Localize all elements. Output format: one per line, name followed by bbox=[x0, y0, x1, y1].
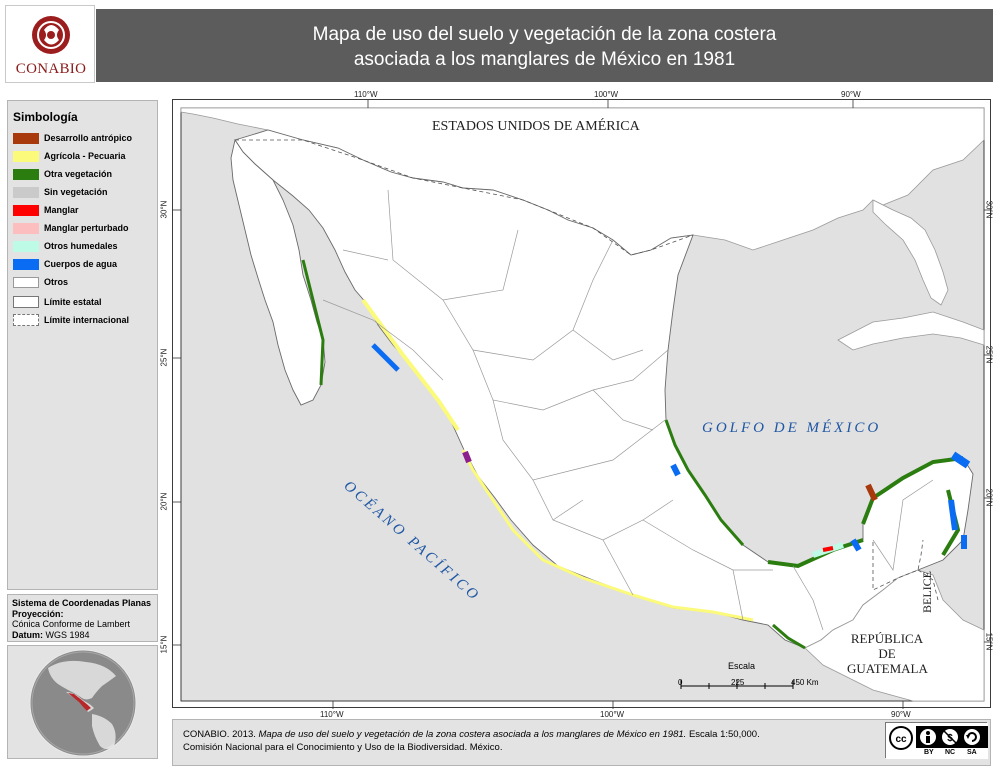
graticule-bottom-90: 90°W bbox=[891, 710, 911, 719]
conabio-emblem-icon bbox=[32, 16, 70, 54]
title-line-2: asociada a los manglares de México en 19… bbox=[353, 49, 736, 70]
graticule-right-20: 20°N bbox=[984, 488, 994, 507]
graticule-right-30: 30°N bbox=[984, 200, 994, 219]
legend-panel: Simbología Desarrollo antrópico Agrícola … bbox=[7, 100, 158, 590]
cc-label-nc: NC bbox=[945, 749, 956, 756]
label-belize: BELICE bbox=[920, 571, 934, 613]
legend-swatch bbox=[13, 258, 39, 270]
graticule-left-15: 15°N bbox=[159, 635, 169, 654]
legend-label: Límite internacional bbox=[44, 315, 130, 325]
legend-item-international-boundary: Límite internacional bbox=[13, 311, 152, 329]
legend-item: Agrícola - Pecuaria bbox=[13, 147, 152, 165]
legend-item: Otra vegetación bbox=[13, 165, 152, 183]
legend-item: Otros humedales bbox=[13, 237, 152, 255]
graticule-left-30: 30°N bbox=[159, 200, 169, 219]
legend-swatch bbox=[13, 168, 39, 180]
legend-label: Otros humedales bbox=[44, 241, 118, 251]
scale-title: Escala bbox=[728, 661, 756, 671]
footer-title: Mapa de uso del suelo y vegetación de la… bbox=[258, 729, 687, 740]
legend-title: Simbología bbox=[13, 110, 78, 124]
legend-swatch bbox=[13, 296, 39, 308]
graticule-top-100: 100°W bbox=[594, 90, 619, 99]
legend-item: Cuerpos de agua bbox=[13, 255, 152, 273]
legend-swatch bbox=[13, 314, 39, 326]
graticule-right-15: 15°N bbox=[984, 632, 994, 651]
legend-swatch bbox=[13, 204, 39, 216]
coordinate-system-box: Sistema de Coordenadas Planas Proyección… bbox=[7, 594, 158, 642]
svg-text:cc: cc bbox=[895, 734, 907, 745]
legend-label: Otra vegetación bbox=[44, 169, 113, 179]
scale-tick-0: 0 bbox=[678, 678, 683, 687]
graticule-top-90: 90°W bbox=[841, 90, 861, 99]
legend-label: Límite estatal bbox=[44, 297, 102, 307]
legend-swatch bbox=[13, 132, 39, 144]
globe-icon bbox=[29, 649, 137, 757]
legend-label: Desarrollo antrópico bbox=[44, 133, 133, 143]
map-canvas bbox=[173, 100, 992, 709]
guatemala-line-1: REPÚBLICA bbox=[850, 631, 924, 646]
graticule-bottom-110: 110°W bbox=[320, 710, 344, 719]
legend-swatch bbox=[13, 276, 39, 288]
locator-globe bbox=[7, 645, 158, 759]
logo-text: CONABIO bbox=[15, 61, 87, 77]
map-frame: 110°W 100°W 90°W 110°W 100°W 90°W 30°N 2… bbox=[159, 90, 994, 719]
legend-label: Sin vegetación bbox=[44, 187, 108, 197]
legend-swatch bbox=[13, 150, 39, 162]
legend-item: Manglar bbox=[13, 201, 152, 219]
footer-institution: Comisión Nacional para el Conocimiento y… bbox=[183, 742, 503, 753]
legend-item: Manglar perturbado bbox=[13, 219, 152, 237]
legend-swatch bbox=[13, 186, 39, 198]
graticule-bottom-100: 100°W bbox=[600, 710, 625, 719]
cc-label-sa: SA bbox=[967, 749, 977, 756]
label-gulf-of-mexico: GOLFO DE MÉXICO bbox=[702, 420, 882, 436]
sa-icon bbox=[964, 729, 980, 745]
label-guatemala: REPÚBLICA DE GUATEMALA bbox=[847, 631, 928, 676]
graticule-left-20: 20°N bbox=[159, 492, 169, 511]
legend-item-state-boundary: Límite estatal bbox=[13, 293, 152, 311]
guatemala-line-3: GUATEMALA bbox=[847, 661, 928, 676]
scale-tick-450: 450 Km bbox=[791, 678, 819, 687]
footer-scale: Escala 1:50,000. bbox=[688, 729, 760, 740]
legend-item: Otros bbox=[13, 273, 152, 291]
legend-swatch bbox=[13, 222, 39, 234]
title-line-1: Mapa de uso del suelo y vegetación de la… bbox=[312, 24, 777, 45]
footer-prefix: CONABIO. 2013. bbox=[183, 729, 256, 740]
legend-label: Otros bbox=[44, 277, 69, 287]
footer-citation: CONABIO. 2013. Mapa de uso del suelo y v… bbox=[172, 719, 991, 766]
legend-item: Sin vegetación bbox=[13, 183, 152, 201]
conabio-logo: CONABIO bbox=[5, 5, 95, 83]
legend-label: Agrícola - Pecuaria bbox=[44, 151, 126, 161]
crs-projection-value: Cónica Conforme de Lambert bbox=[12, 619, 131, 629]
graticule-left-25: 25°N bbox=[159, 348, 169, 367]
cc-license-badge[interactable]: cc $ BY NC SA bbox=[885, 722, 988, 759]
graticule-right-25: 25°N bbox=[984, 345, 994, 364]
cc-label-by: BY bbox=[924, 749, 934, 756]
legend-label: Manglar bbox=[44, 205, 79, 215]
legend-label: Cuerpos de agua bbox=[44, 259, 118, 269]
crs-datum-label: Datum: bbox=[12, 629, 43, 640]
map-title: Mapa de uso del suelo y vegetación de la… bbox=[96, 9, 993, 82]
crs-datum-value: WGS 1984 bbox=[45, 629, 90, 640]
crs-system: Sistema de Coordenadas Planas bbox=[12, 598, 152, 608]
legend-item: Desarrollo antrópico bbox=[13, 129, 152, 147]
scale-tick-225: 225 bbox=[731, 678, 745, 687]
legend-items: Desarrollo antrópico Agrícola - Pecuaria O… bbox=[13, 129, 152, 291]
crs-projection-label: Proyección: bbox=[12, 608, 64, 619]
legend-label: Manglar perturbado bbox=[44, 223, 129, 233]
label-usa: ESTADOS UNIDOS DE AMÉRICA bbox=[432, 119, 640, 134]
legend-swatch bbox=[13, 240, 39, 252]
graticule-top-110: 110°W bbox=[354, 90, 378, 99]
guatemala-line-2: DE bbox=[878, 646, 896, 661]
